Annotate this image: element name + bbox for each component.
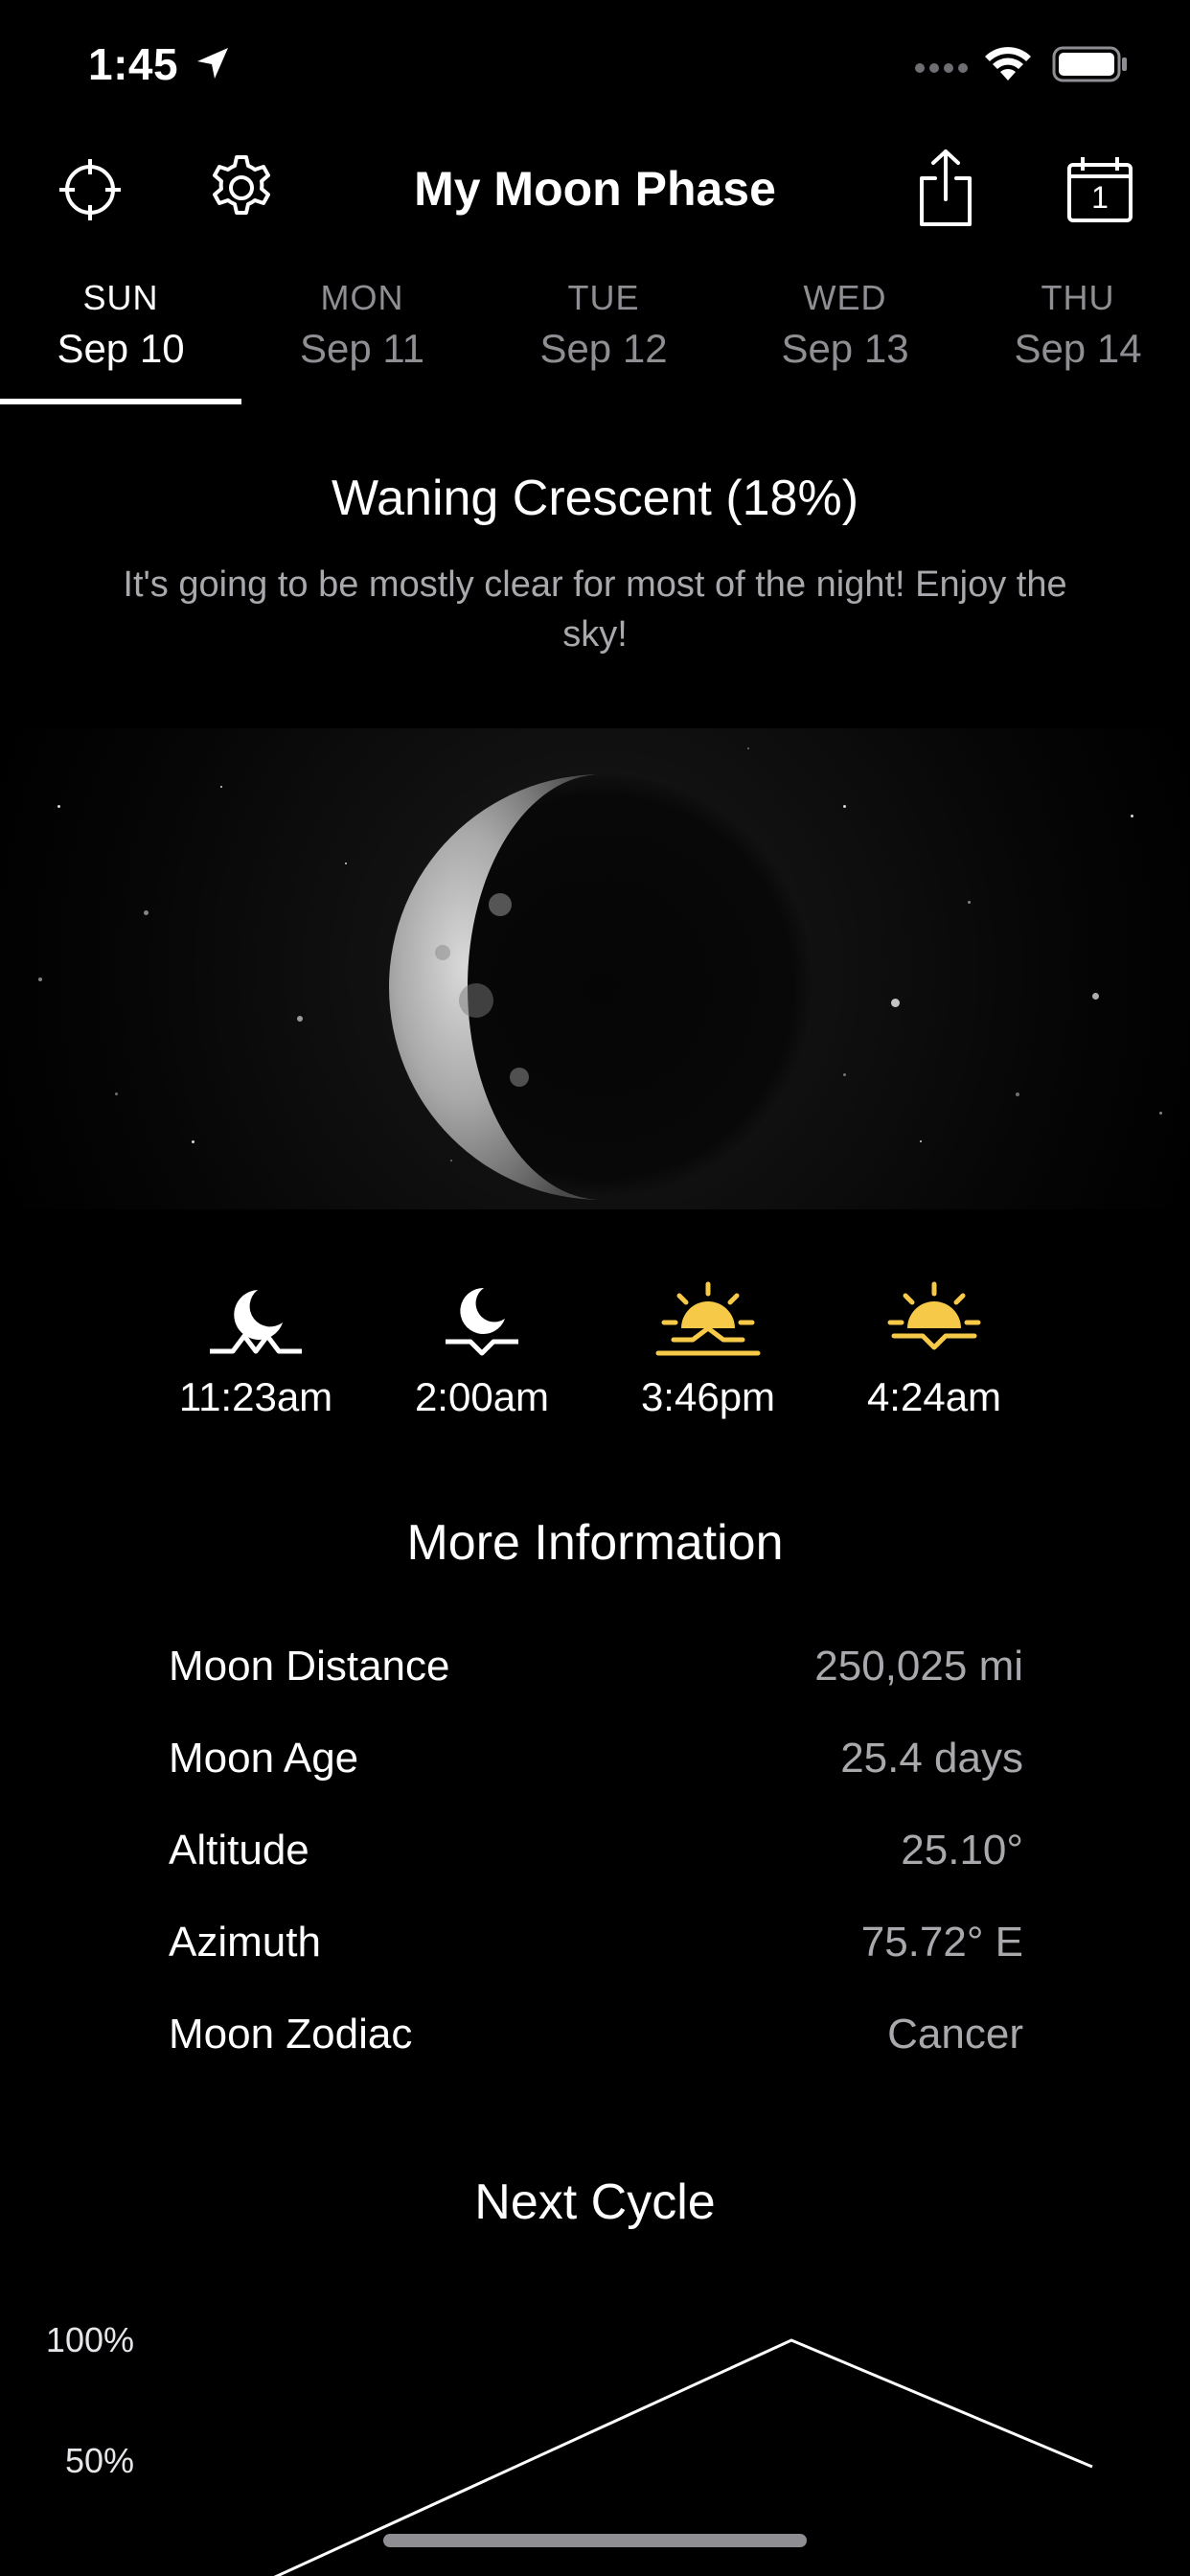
sunrise-item: 4:24am [834, 1280, 1035, 1420]
info-row-moon-zodiac: Moon Zodiac Cancer [169, 2011, 1023, 2068]
home-indicator [383, 2534, 807, 2547]
calendar-button[interactable]: 1 [1065, 155, 1134, 224]
info-label: Moon Zodiac [169, 2011, 413, 2058]
info-value: 250,025 mi [814, 1643, 1023, 1690]
info-value: 75.72° E [860, 1919, 1023, 1966]
info-label: Azimuth [169, 1919, 321, 1966]
wifi-icon [985, 47, 1031, 80]
info-value: 25.10° [901, 1827, 1023, 1874]
tab-date: Sep 13 [781, 326, 909, 371]
tab-date: Sep 10 [57, 326, 185, 371]
active-tab-indicator [0, 399, 241, 404]
tab-thu[interactable]: THU Sep 14 [966, 274, 1190, 408]
moonrise-item: 11:23am [155, 1280, 356, 1420]
tab-tue[interactable]: TUE Sep 12 [483, 274, 724, 408]
battery-icon [1052, 46, 1127, 82]
next-cycle-title: Next Cycle [474, 2174, 716, 2230]
moonset-icon [446, 1287, 518, 1356]
info-value: Cancer [887, 2011, 1023, 2058]
sunrise-icon [887, 1281, 981, 1350]
info-row-moon-distance: Moon Distance 250,025 mi [169, 1643, 1023, 1700]
day-tabs: SUN Sep 10 MON Sep 11 TUE Sep 12 WED Sep… [0, 274, 1190, 408]
tab-day-of-week: SUN [82, 278, 159, 317]
sunrise-time: 4:24am [866, 1374, 1002, 1419]
info-value: 25.4 days [840, 1735, 1023, 1782]
sunset-time: 3:46pm [640, 1374, 776, 1419]
tab-day-of-week: TUE [567, 278, 640, 317]
phase-description: It's going to be mostly clear for most o… [123, 564, 1067, 655]
moonset-item: 2:00am [381, 1280, 583, 1420]
phase-title: Waning Crescent (18%) [331, 471, 859, 526]
status-time: 1:45 [88, 39, 179, 89]
info-row-moon-age: Moon Age 25.4 days [169, 1735, 1023, 1792]
y-tick-label: 50% [65, 2441, 134, 2480]
y-tick-label: 100% [46, 2320, 134, 2359]
tab-date: Sep 11 [300, 326, 424, 371]
info-row-azimuth: Azimuth 75.72° E [169, 1919, 1023, 1976]
calendar-day-number: 1 [1091, 180, 1109, 215]
sunset-icon [655, 1281, 761, 1356]
tab-sun[interactable]: SUN Sep 10 [0, 274, 241, 408]
tab-day-of-week: THU [1041, 278, 1115, 317]
cellular-signal-icon [915, 63, 968, 73]
info-label: Moon Age [169, 1735, 359, 1782]
sunset-item: 3:46pm [607, 1280, 809, 1420]
tab-mon[interactable]: MON Sep 11 [241, 274, 483, 408]
moonrise-time: 11:23am [178, 1374, 333, 1419]
share-icon[interactable] [912, 148, 979, 228]
moonrise-icon [210, 1290, 302, 1354]
page-title: My Moon Phase [414, 162, 776, 216]
tab-day-of-week: MON [320, 278, 404, 317]
more-info-title: More Information [406, 1515, 784, 1571]
info-row-altitude: Altitude 25.10° [169, 1827, 1023, 1884]
tab-date: Sep 14 [1014, 326, 1142, 371]
info-label: Altitude [169, 1827, 309, 1874]
moon-phase-image [389, 774, 814, 1200]
tab-day-of-week: WED [803, 278, 887, 317]
location-arrow-icon [197, 48, 228, 79]
tab-wed[interactable]: WED Sep 13 [724, 274, 966, 408]
moonset-time: 2:00am [414, 1374, 550, 1419]
info-label: Moon Distance [169, 1643, 450, 1690]
tab-date: Sep 12 [539, 326, 668, 371]
